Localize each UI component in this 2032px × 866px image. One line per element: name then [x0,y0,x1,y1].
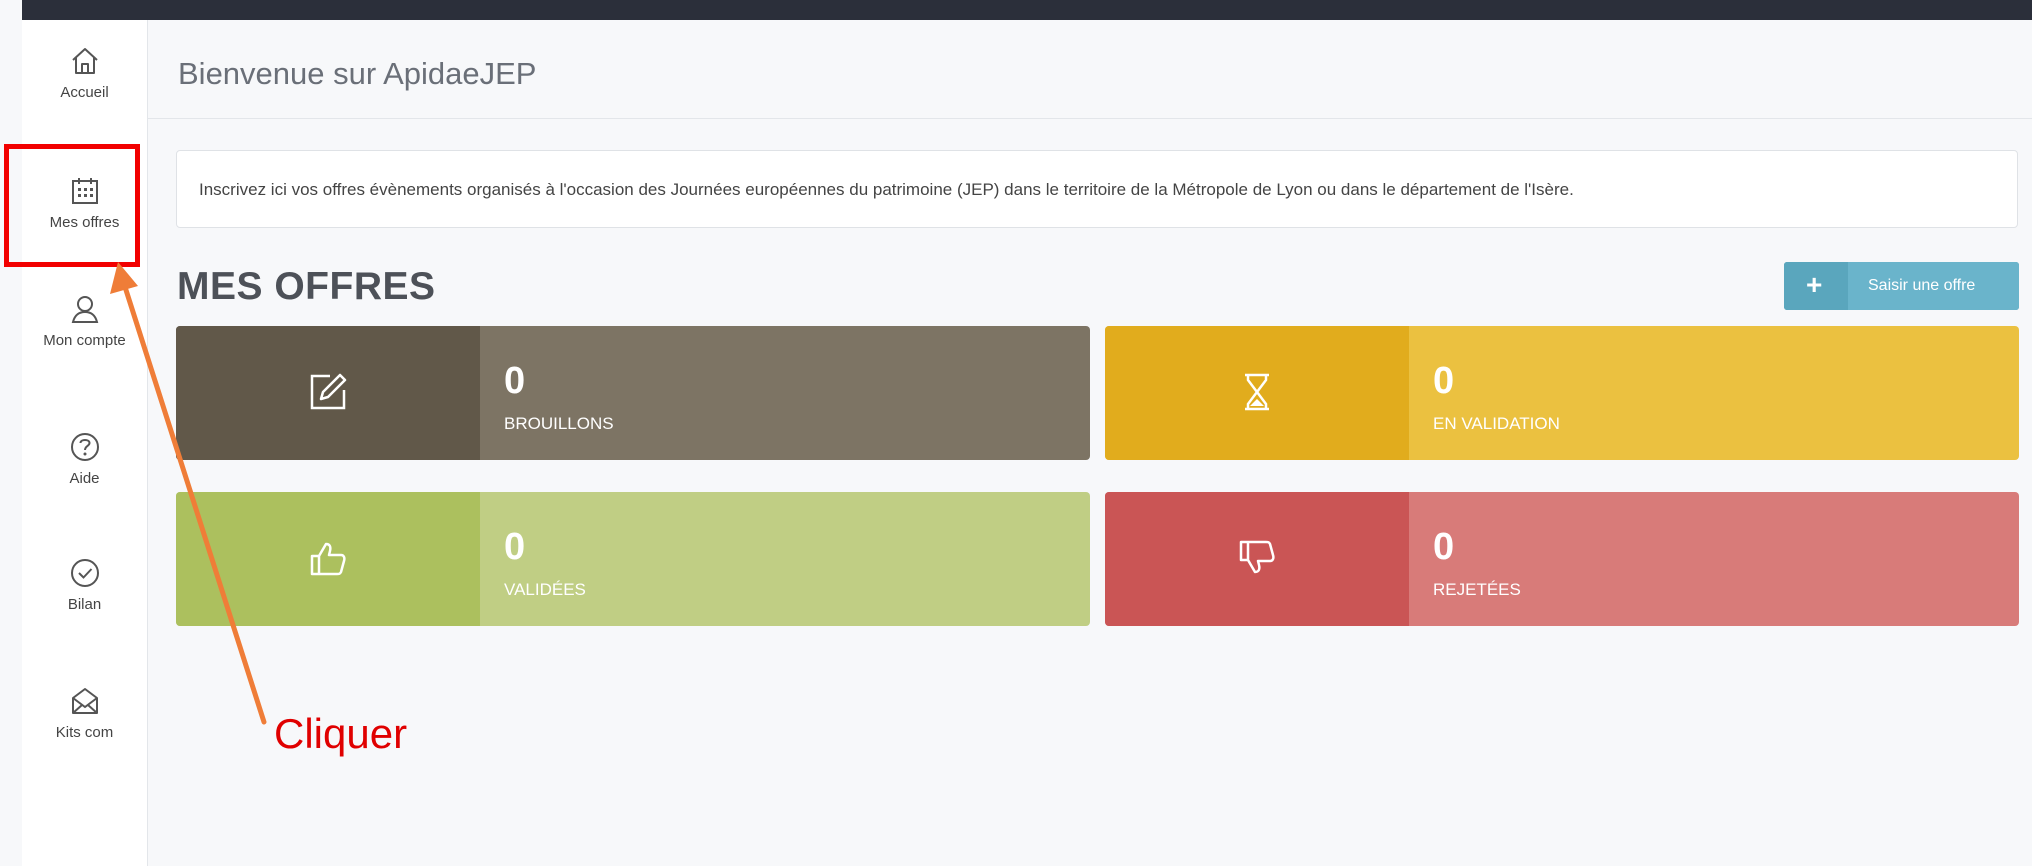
annotation-label: Cliquer [274,710,408,757]
